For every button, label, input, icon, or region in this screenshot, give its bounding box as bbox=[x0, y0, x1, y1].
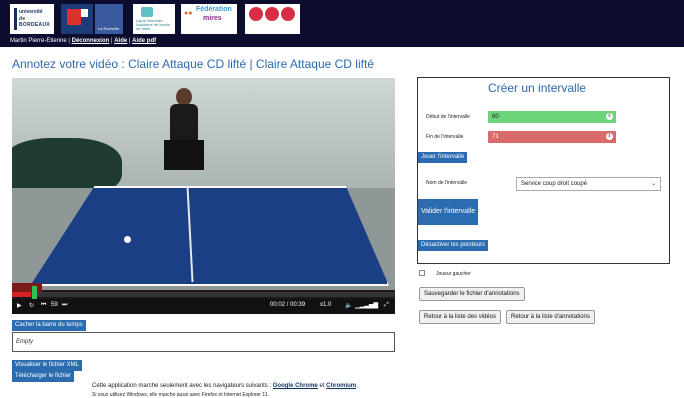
empty-timeline-box: Empty bbox=[12, 332, 395, 352]
start-value: 60 bbox=[492, 114, 499, 120]
create-interval-panel: Créer un intervalle Début de l'intervall… bbox=[417, 77, 670, 264]
back-to-videos-button[interactable]: Retour à la liste des vidéos bbox=[419, 310, 502, 324]
video-player-figure bbox=[152, 88, 212, 178]
player-legs bbox=[164, 140, 204, 170]
video-frame bbox=[12, 78, 395, 293]
time-total: 00:39 bbox=[290, 302, 306, 308]
federation-text-2: mires bbox=[203, 15, 222, 22]
hide-timeline-button[interactable]: Cacher la barre du temps bbox=[12, 320, 86, 331]
help-pdf-link[interactable]: Aide pdf bbox=[132, 38, 156, 44]
footer-dot: . bbox=[356, 383, 358, 389]
logo-white-square bbox=[81, 9, 88, 17]
download-file-button[interactable]: Télécharger le fichier bbox=[12, 371, 75, 382]
nouvelle-aquitaine-logo[interactable]: Ligue Nouvelle-Aquitaine de tennis de ta… bbox=[133, 4, 175, 34]
player-body bbox=[170, 104, 198, 144]
play-interval-button[interactable]: Jouer l'intervalle bbox=[418, 152, 468, 163]
video-progress-played bbox=[12, 292, 32, 297]
footer-and: et bbox=[317, 383, 327, 389]
la-rochelle-logo[interactable]: La Rochelle bbox=[95, 4, 123, 34]
windows-note: Si vous utilisez Windows, elle marche au… bbox=[92, 392, 269, 398]
browser-support-note: Cette application marche seulement avec … bbox=[92, 383, 358, 389]
end-spinner-icon[interactable]: ⇕ bbox=[606, 133, 613, 140]
time-display: 00:02 / 00:39 bbox=[270, 302, 305, 308]
left-handed-checkbox[interactable] bbox=[419, 270, 425, 276]
time-current: 00:02 bbox=[270, 302, 286, 308]
start-label: Début de l'intervalle bbox=[426, 114, 470, 120]
save-annotations-button[interactable]: Sauvegarder le fichier d'annotations bbox=[419, 287, 525, 301]
logo-bar bbox=[14, 8, 17, 30]
page-title: Annotez votre vidéo : Claire Attaque CD … bbox=[12, 57, 374, 71]
la-rochelle-text: La Rochelle bbox=[98, 26, 120, 31]
browser-chromium: Chromium bbox=[326, 383, 357, 389]
interval-marker[interactable] bbox=[32, 286, 37, 299]
left-handed-label: Joueur gaucher bbox=[436, 271, 471, 277]
skip-value: 59 bbox=[51, 302, 58, 308]
play-icon[interactable]: ▶ bbox=[17, 302, 22, 309]
ping-pong-ball bbox=[124, 236, 131, 243]
nouvelle-aquitaine-text: Ligue Nouvelle-Aquitaine de tennis de ta… bbox=[136, 18, 171, 31]
video-controls: ▶ ↻ ⏮ 59 ⏭ 00:02 / 00:39 x1.0 🔈 ▁▂▃▅▇ ⤢ bbox=[12, 299, 395, 314]
speed-control[interactable]: x1.0 bbox=[320, 302, 331, 308]
replay-icon[interactable]: ↻ bbox=[29, 302, 34, 309]
browser-chrome: Google Chrome bbox=[272, 383, 318, 389]
selected-name: Service coup droit coupé bbox=[521, 181, 588, 187]
ooa-logo[interactable] bbox=[245, 4, 300, 34]
disable-pointers-button[interactable]: Désactiver les pointeurs bbox=[418, 240, 489, 251]
logout-link[interactable]: Déconnexion bbox=[72, 38, 110, 44]
end-input[interactable]: 71 ⇕ bbox=[488, 131, 616, 143]
volume-icon[interactable]: 🔈 bbox=[345, 302, 352, 309]
logo-red-square bbox=[67, 9, 81, 25]
logo-ub-text-1: université bbox=[19, 9, 43, 15]
view-xml-button[interactable]: Visualiser le fichier XML bbox=[12, 360, 82, 371]
federation-logo[interactable]: ●● Fédération mires bbox=[181, 4, 237, 34]
panel-title: Créer un intervalle bbox=[488, 81, 587, 95]
start-spinner-icon[interactable]: ⇕ bbox=[606, 113, 613, 120]
help-link[interactable]: Aide bbox=[114, 38, 127, 44]
video-player[interactable]: ▶ ↻ ⏮ 59 ⏭ 00:02 / 00:39 x1.0 🔈 ▁▂▃▅▇ ⤢ bbox=[12, 78, 395, 314]
interval-name-select[interactable]: Service coup droit coupé ⌄ bbox=[516, 177, 661, 191]
user-name: Martin Pierre-Etienne bbox=[10, 38, 67, 44]
user-line: Martin Pierre-Etienne | Déconnexion | Ai… bbox=[10, 38, 156, 44]
video-progress-bar[interactable] bbox=[12, 286, 395, 299]
universite-bordeaux-logo[interactable]: université de BORDEAUX bbox=[10, 4, 54, 34]
skip-back-icon[interactable]: ⏮ bbox=[41, 302, 46, 309]
federation-dots-icon: ●● bbox=[184, 10, 193, 17]
back-to-annotations-button[interactable]: Retour à la liste d'annotations bbox=[506, 310, 595, 324]
ooa-circle-1 bbox=[249, 7, 263, 21]
skip-forward-icon[interactable]: ⏭ bbox=[62, 302, 67, 309]
fullscreen-icon[interactable]: ⤢ bbox=[384, 302, 389, 309]
end-label: Fin de l'intervalle bbox=[426, 134, 464, 140]
rochelle-square-logo[interactable] bbox=[61, 4, 93, 34]
header-bar: université de BORDEAUX La Rochelle Ligue… bbox=[0, 0, 684, 47]
logo-ub-text-2: de BORDEAUX bbox=[19, 16, 51, 28]
start-input[interactable]: 60 ⇕ bbox=[488, 111, 616, 123]
federation-text-1: Fédération bbox=[196, 6, 232, 13]
chevron-down-icon: ⌄ bbox=[650, 181, 656, 187]
volume-bars-icon[interactable]: ▁▂▃▅▇ bbox=[355, 302, 378, 309]
ooa-circle-2 bbox=[265, 7, 279, 21]
validate-interval-button[interactable]: Valider l'intervalle bbox=[418, 199, 479, 225]
nouvelle-aquitaine-shape bbox=[141, 7, 153, 17]
ooa-circle-3 bbox=[281, 7, 295, 21]
interval-name-label: Nom de l'intervalle bbox=[426, 180, 467, 186]
end-value: 71 bbox=[492, 134, 499, 140]
footer-text: Cette application marche seulement avec … bbox=[92, 383, 273, 389]
